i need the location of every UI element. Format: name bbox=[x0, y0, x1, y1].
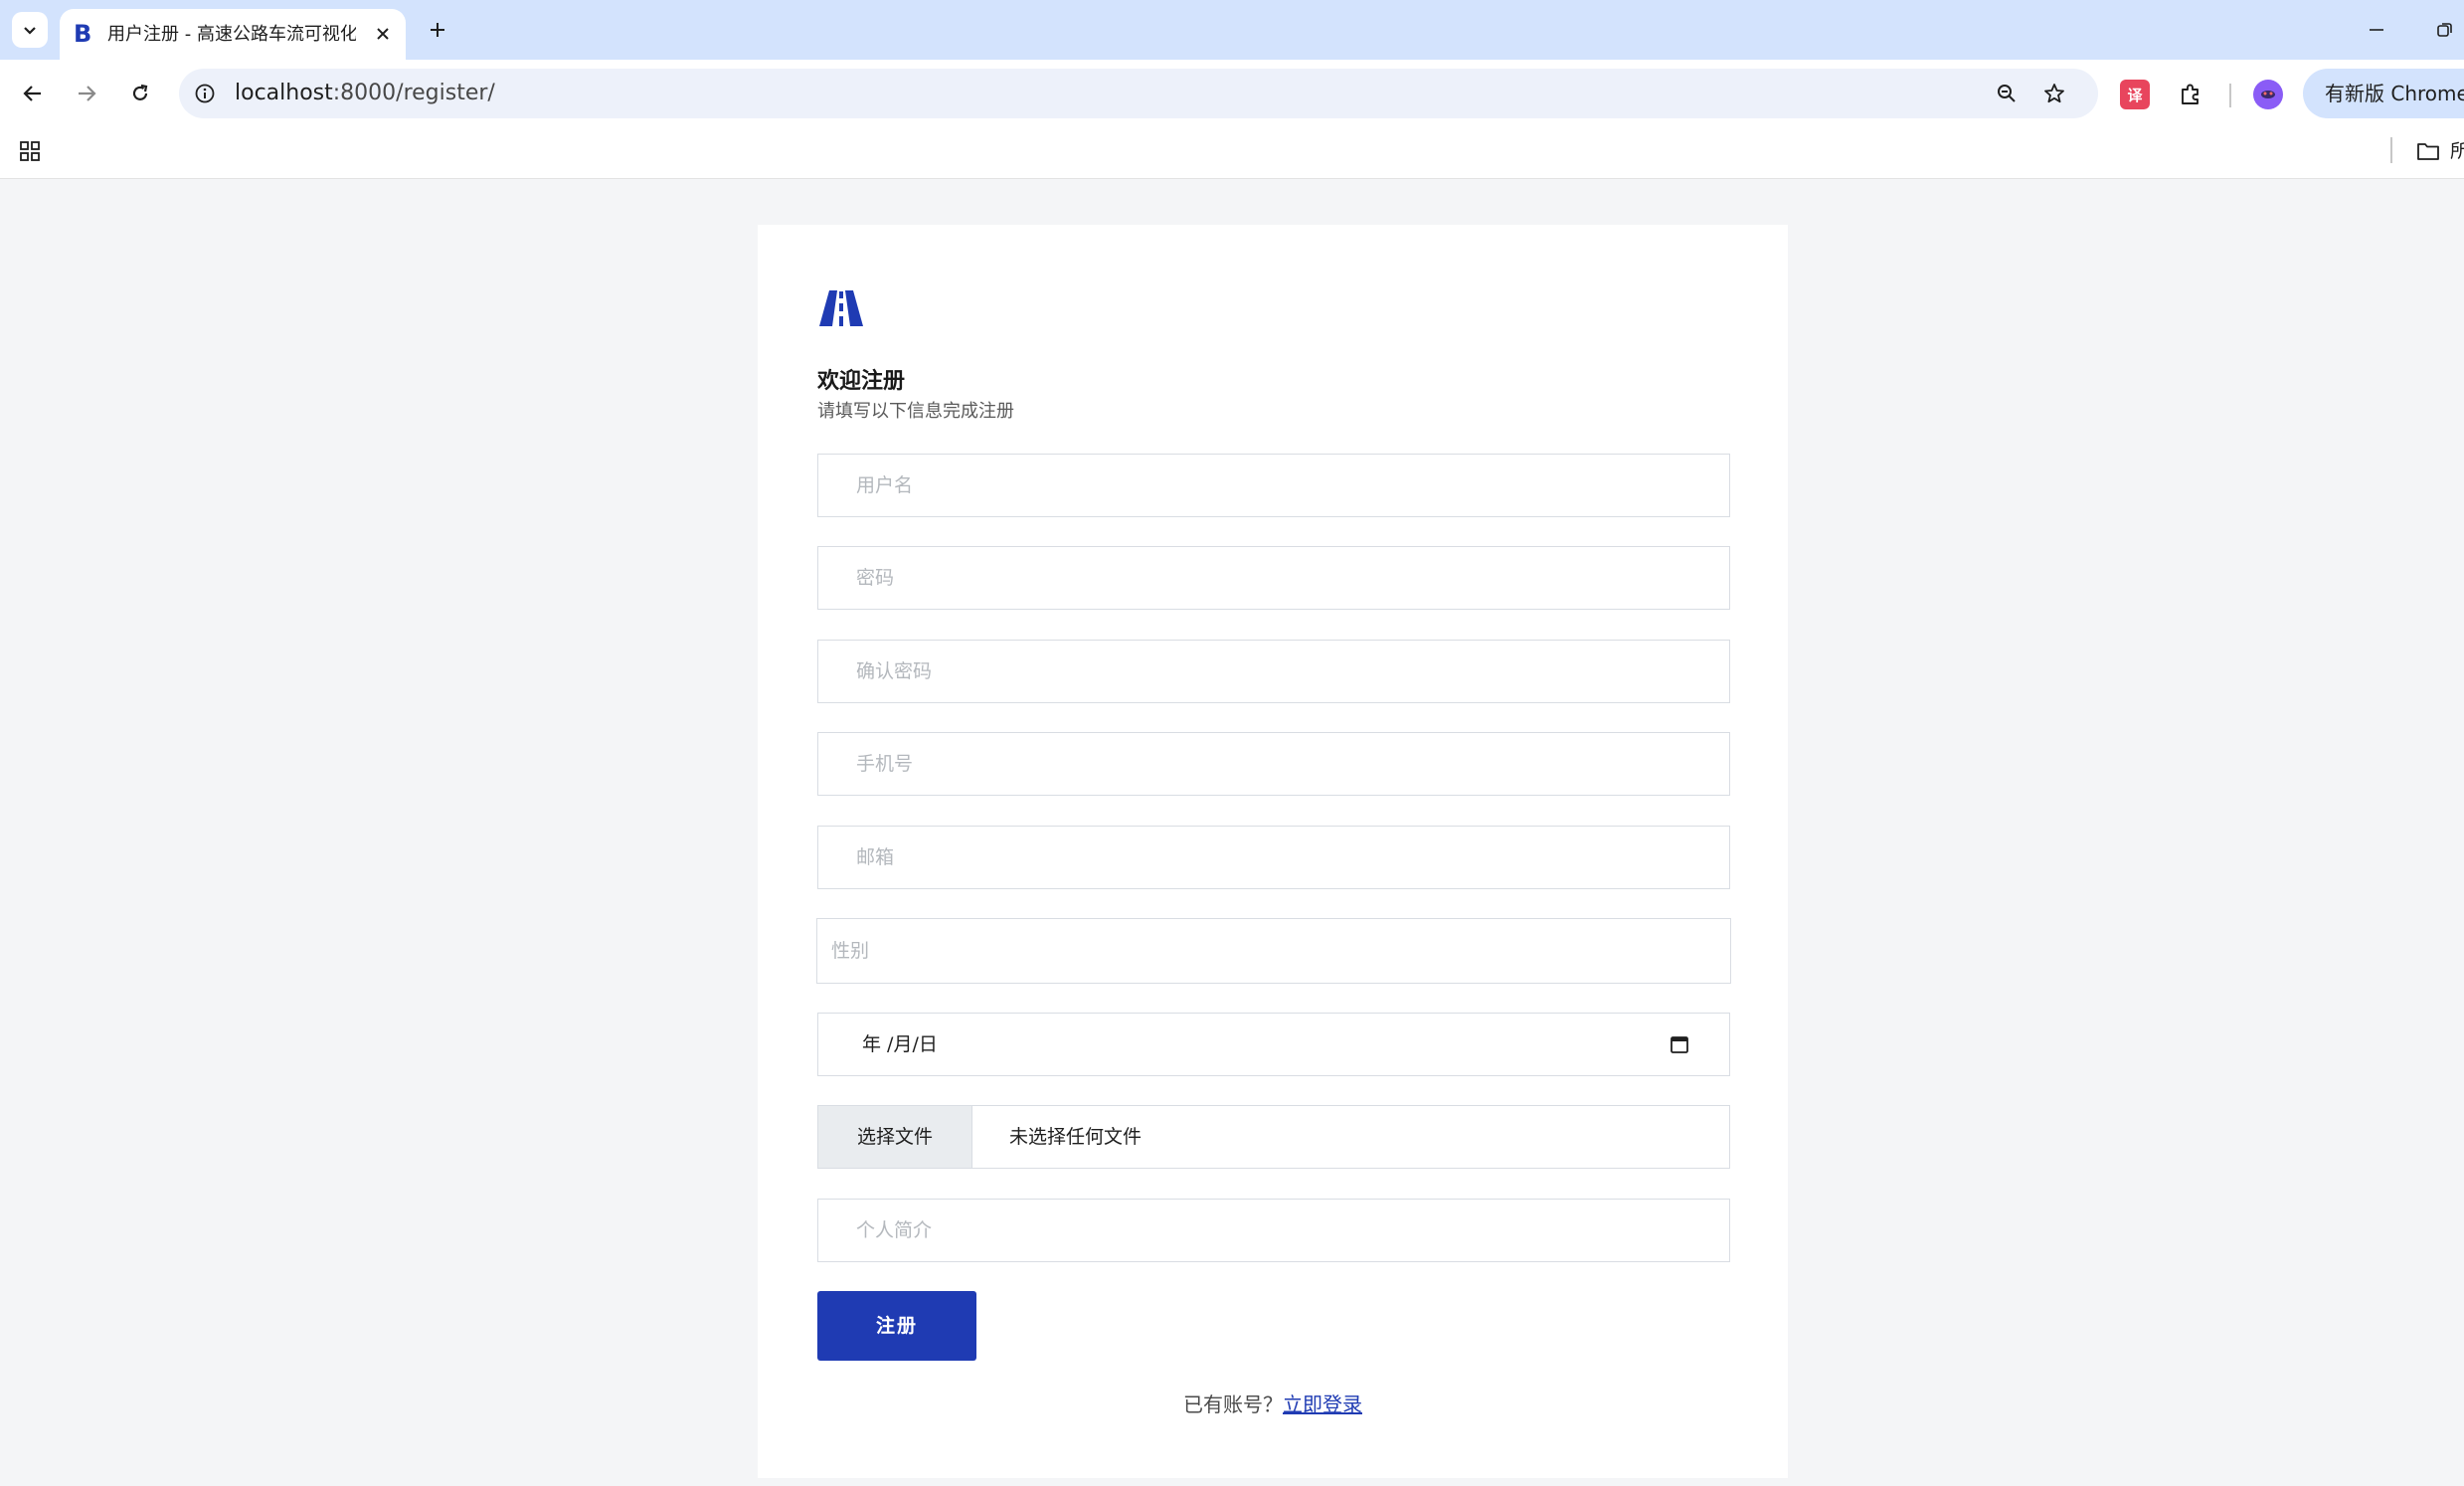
profile-avatar-icon bbox=[2261, 91, 2275, 98]
email-input[interactable] bbox=[818, 827, 1729, 888]
bookmarks-bar: 所有书签 bbox=[0, 127, 2464, 179]
username-input[interactable] bbox=[818, 455, 1729, 516]
back-button[interactable] bbox=[14, 75, 52, 112]
browser-toolbar: localhost:8000/register/ 译 有新版 Chrome 可用 bbox=[0, 60, 2464, 127]
url-host: localhost bbox=[235, 81, 333, 105]
zoom-icon bbox=[1998, 85, 2016, 102]
login-link[interactable]: 立即登录 bbox=[1283, 1393, 1362, 1416]
toolbar-divider bbox=[2229, 84, 2231, 107]
site-info-button[interactable] bbox=[189, 78, 221, 109]
bio-input[interactable] bbox=[818, 1200, 1729, 1261]
phone-field[interactable] bbox=[817, 732, 1730, 796]
extensions-button[interactable] bbox=[2174, 78, 2207, 111]
active-tab[interactable]: B 用户注册 - 高速公路车流可视化 bbox=[60, 9, 406, 60]
tab-search-button[interactable] bbox=[12, 12, 48, 48]
gender-dropdown[interactable]: 性别 bbox=[817, 919, 1730, 983]
profile-button[interactable] bbox=[2253, 80, 2283, 109]
avatar-file-field[interactable]: 选择文件 未选择任何文件 bbox=[817, 1105, 1730, 1169]
gender-select[interactable]: 性别 bbox=[816, 918, 1731, 984]
tab-title: 用户注册 - 高速公路车流可视化 bbox=[107, 24, 356, 45]
url-text: localhost:8000/register/ bbox=[235, 81, 495, 106]
tab-close-button[interactable] bbox=[370, 21, 396, 47]
restore-button[interactable] bbox=[2426, 16, 2464, 44]
confirm-password-field[interactable] bbox=[817, 640, 1730, 703]
bookmark-star-icon bbox=[2044, 84, 2064, 103]
bio-field[interactable] bbox=[817, 1199, 1730, 1262]
login-prompt-text: 已有账号？ bbox=[1183, 1393, 1283, 1416]
apps-grid-icon bbox=[20, 141, 40, 161]
address-bar[interactable]: localhost:8000/register/ bbox=[179, 69, 2098, 118]
plus-icon bbox=[431, 23, 444, 37]
highway-logo-icon bbox=[819, 290, 863, 326]
minimize-button[interactable] bbox=[2357, 16, 2396, 44]
email-field[interactable] bbox=[817, 826, 1730, 889]
birthday-field[interactable]: 年 /月/日 bbox=[817, 1013, 1730, 1076]
minimize-icon bbox=[2370, 29, 2383, 31]
forward-button[interactable] bbox=[68, 75, 105, 112]
back-arrow-icon bbox=[23, 86, 41, 101]
close-icon bbox=[377, 28, 389, 40]
forward-arrow-icon bbox=[79, 86, 96, 101]
translate-extension-icon: 译 bbox=[2127, 86, 2143, 104]
puzzle-extension-icon bbox=[2182, 84, 2199, 104]
zoom-button[interactable] bbox=[1991, 78, 2023, 109]
confirm-password-input[interactable] bbox=[818, 641, 1729, 702]
tab-search-icon bbox=[24, 27, 36, 35]
all-bookmarks-button[interactable] bbox=[2414, 137, 2442, 165]
update-chrome-button[interactable]: 有新版 Chrome 可用 bbox=[2303, 69, 2464, 118]
password-field[interactable] bbox=[817, 546, 1730, 610]
site-info-icon bbox=[195, 84, 215, 103]
restore-icon bbox=[2437, 23, 2452, 37]
bookmark-button[interactable] bbox=[2038, 78, 2070, 109]
password-input[interactable] bbox=[818, 547, 1729, 609]
apps-button[interactable] bbox=[16, 137, 44, 165]
update-chrome-label: 有新版 Chrome 可用 bbox=[2325, 82, 2464, 105]
reload-icon bbox=[132, 84, 148, 100]
all-bookmarks-label: 所有书签 bbox=[2450, 140, 2464, 162]
folder-icon bbox=[2417, 143, 2439, 160]
birthday-value: 年 /月/日 bbox=[862, 1033, 938, 1055]
translate-extension-button[interactable]: 译 bbox=[2120, 80, 2150, 109]
register-card: 欢迎注册 请填写以下信息完成注册 性别 年 /月/日 选择文件 未选择任何文件 … bbox=[758, 225, 1788, 1478]
phone-input[interactable] bbox=[818, 733, 1729, 795]
bookmarks-divider bbox=[2390, 137, 2392, 163]
tab-favicon: B bbox=[74, 20, 92, 48]
calendar-icon[interactable] bbox=[1670, 1034, 1689, 1054]
url-path: :8000/register/ bbox=[332, 81, 495, 105]
login-prompt-row: 已有账号？立即登录 bbox=[758, 1391, 1788, 1418]
file-status-text: 未选择任何文件 bbox=[1009, 1126, 1143, 1148]
register-button[interactable]: 注册 bbox=[817, 1291, 976, 1361]
reload-button[interactable] bbox=[121, 75, 159, 112]
tab-strip: B 用户注册 - 高速公路车流可视化 bbox=[0, 0, 2464, 60]
page-subtitle: 请填写以下信息完成注册 bbox=[817, 401, 1014, 422]
choose-file-button[interactable]: 选择文件 bbox=[818, 1106, 972, 1168]
new-tab-button[interactable] bbox=[422, 14, 453, 46]
username-field[interactable] bbox=[817, 454, 1730, 517]
page-title: 欢迎注册 bbox=[817, 369, 906, 394]
